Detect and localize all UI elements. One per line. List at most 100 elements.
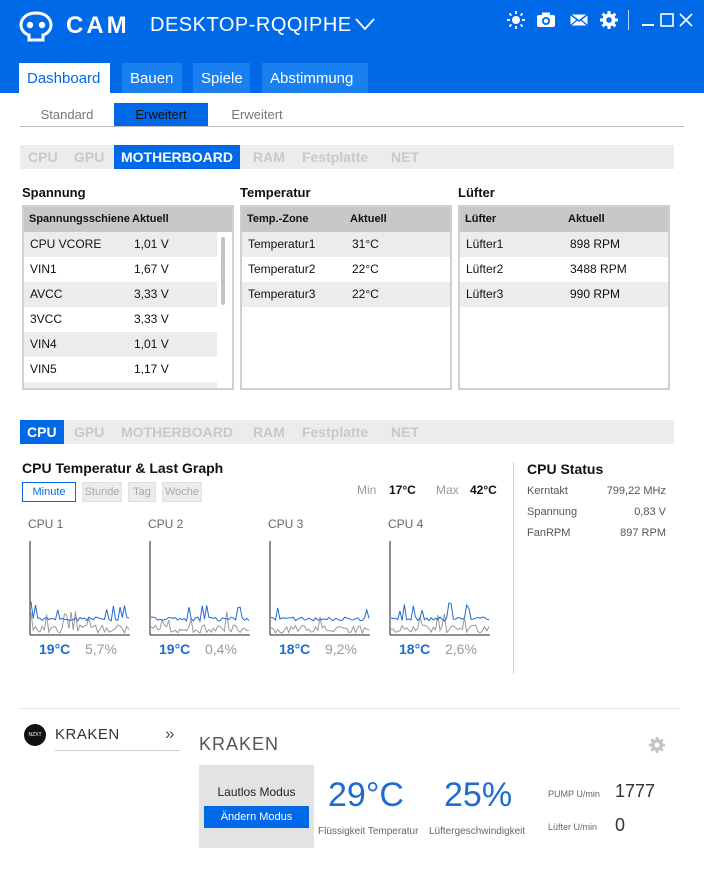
rail-value: 1,67 V: [134, 262, 169, 276]
mode-label: Lautlos Modus: [217, 785, 296, 799]
temp-trace: [390, 602, 490, 622]
pump-value: 1777: [615, 781, 656, 801]
tab-dashboard[interactable]: Dashboard: [19, 63, 110, 93]
core-name: CPU 2: [148, 517, 184, 531]
device-name[interactable]: KRAKEN: [55, 726, 120, 743]
table-header: Lüfter Aktuell: [460, 207, 668, 232]
temp-trace: [150, 605, 250, 623]
table-row[interactable]: Lüfter2 3488 RPM: [460, 257, 668, 282]
column-header: Aktuell: [132, 213, 169, 225]
min-value: 17°C: [389, 483, 416, 497]
tab-abstimmung[interactable]: Abstimmung: [262, 63, 368, 93]
core-sparkline: [149, 541, 250, 636]
subtab-erweitert[interactable]: Erweitert: [114, 103, 208, 127]
luefter-title: Lüfter: [458, 185, 495, 200]
camera-icon[interactable]: [536, 10, 556, 30]
mail-icon[interactable]: [569, 10, 589, 30]
status-divider: [513, 462, 514, 674]
table-row[interactable]: AVCC 3,33 V: [24, 282, 217, 307]
cat-gpu[interactable]: GPU: [74, 420, 104, 444]
rail-value: 1,17 V: [134, 362, 169, 376]
table-row[interactable]: Lüfter1 898 RPM: [460, 232, 668, 257]
range-woche-button[interactable]: Woche: [162, 482, 202, 502]
device-settings-icon[interactable]: [648, 736, 666, 754]
scrollbar[interactable]: [221, 237, 225, 305]
table-row[interactable]: VIN5 1,17 V: [24, 357, 217, 382]
machine-name[interactable]: DESKTOP-RQQIPHE: [150, 14, 352, 37]
zone-value: 22°C: [352, 287, 379, 301]
zone-name: Temperatur3: [248, 287, 316, 301]
subtab-divider: [20, 126, 684, 127]
cat-net[interactable]: NET: [391, 420, 419, 444]
brand-name: CAM: [66, 12, 130, 39]
brightness-icon[interactable]: [506, 10, 526, 30]
table-row: [24, 382, 217, 388]
max-value: 42°C: [470, 483, 497, 497]
status-label: Kerntakt: [527, 485, 568, 497]
core-load: 0,4%: [205, 641, 237, 657]
title-bar: CAM DESKTOP-RQQIPHE Dashboard Bauen Spie…: [0, 0, 704, 93]
cat-ram[interactable]: RAM: [253, 145, 285, 169]
expand-arrow-icon[interactable]: »: [165, 724, 174, 744]
tab-spiele[interactable]: Spiele: [193, 63, 250, 93]
fan-rpm-label: Lüfter U/min: [548, 822, 598, 832]
table-row[interactable]: Temperatur1 31°C: [242, 232, 450, 257]
fan-name: Lüfter2: [466, 262, 504, 276]
rail-name: VIN4: [30, 337, 57, 351]
table-row[interactable]: 3VCC 3,33 V: [24, 307, 217, 332]
subtab-standard[interactable]: Standard: [20, 103, 114, 127]
core-graph-3: CPU 3 18°C 9,2%: [262, 515, 372, 665]
table-row[interactable]: Temperatur2 22°C: [242, 257, 450, 282]
range-stunde-button[interactable]: Stunde: [82, 482, 122, 502]
gear-icon[interactable]: [599, 10, 619, 30]
fan-value: 898 RPM: [570, 237, 621, 251]
table-row[interactable]: CPU VCORE 1,01 V: [24, 232, 217, 257]
status-value: 897 RPM: [620, 527, 666, 539]
column-header: Lüfter: [465, 213, 497, 225]
chevron-down-icon[interactable]: [354, 16, 376, 32]
table-row[interactable]: VIN1 1,67 V: [24, 257, 217, 282]
tab-bauen[interactable]: Bauen: [122, 63, 182, 93]
core-sparkline: [269, 541, 370, 636]
temp-trace: [30, 601, 130, 622]
cat-festplatte[interactable]: Festplatte: [302, 420, 368, 444]
table-row[interactable]: Temperatur3 22°C: [242, 282, 450, 307]
cam-window: CAM DESKTOP-RQQIPHE Dashboard Bauen Spie…: [0, 0, 704, 887]
core-name: CPU 3: [268, 517, 304, 531]
cat-gpu[interactable]: GPU: [74, 145, 104, 169]
subtab-erweitert-2[interactable]: Erweitert: [210, 103, 304, 127]
table-row[interactable]: VIN4 1,01 V: [24, 332, 217, 357]
load-trace: [150, 611, 250, 634]
cat-motherboard[interactable]: MOTHERBOARD: [114, 145, 240, 169]
rail-value: 1,01 V: [134, 237, 169, 251]
pump-label: PUMP U/min: [548, 789, 600, 799]
section-divider: [20, 708, 680, 709]
status-label: Spannung: [527, 506, 578, 518]
column-header: Temp.-Zone: [247, 213, 309, 225]
minimize-icon[interactable]: [640, 12, 656, 28]
cat-festplatte[interactable]: Festplatte: [302, 145, 368, 169]
table-header: Spannungsschiene Aktuell: [24, 207, 232, 232]
cat-cpu[interactable]: CPU: [20, 420, 64, 444]
change-mode-button[interactable]: Ändern Modus: [204, 806, 309, 828]
table-row[interactable]: Lüfter3 990 RPM: [460, 282, 668, 307]
core-temp: 18°C: [399, 641, 431, 657]
core-graph-4: CPU 4 18°C 2,6%: [382, 515, 492, 665]
core-graph-1: CPU 1 19°C 5,7%: [22, 515, 132, 665]
graph-title: CPU Temperatur & Last Graph: [22, 460, 224, 476]
zone-name: Temperatur1: [248, 237, 316, 251]
rail-name: VIN1: [30, 262, 57, 276]
core-temp: 19°C: [159, 641, 191, 657]
range-minute-button[interactable]: Minute: [22, 482, 76, 502]
fan-name: Lüfter3: [466, 287, 504, 301]
zone-name: Temperatur2: [248, 262, 316, 276]
cat-cpu[interactable]: CPU: [28, 145, 58, 169]
cat-motherboard[interactable]: MOTHERBOARD: [121, 420, 233, 444]
cat-ram[interactable]: RAM: [253, 420, 285, 444]
close-icon[interactable]: [678, 12, 694, 28]
maximize-icon[interactable]: [659, 12, 675, 28]
range-tag-button[interactable]: Tag: [128, 482, 156, 502]
rail-name: AVCC: [30, 287, 63, 301]
cat-net[interactable]: NET: [391, 145, 419, 169]
column-header: Spannungsschiene: [29, 213, 130, 225]
